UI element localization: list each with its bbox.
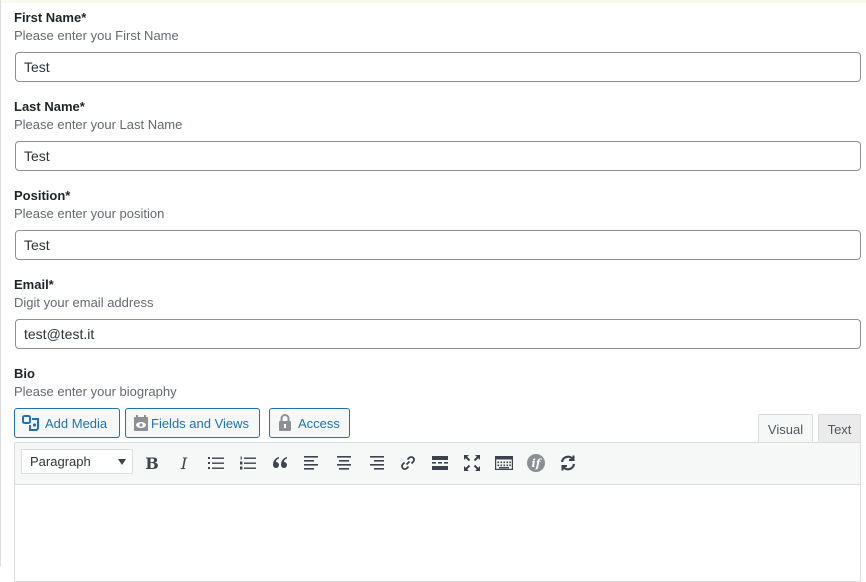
bullet-list-button[interactable] xyxy=(204,451,228,475)
chevron-down-icon xyxy=(118,459,126,465)
link-button[interactable] xyxy=(396,451,420,475)
fields-and-views-icon xyxy=(133,414,149,432)
tab-visual[interactable]: Visual xyxy=(758,414,813,443)
first-name-label: First Name* xyxy=(14,10,87,25)
bold-icon: B xyxy=(145,453,159,473)
add-media-icon xyxy=(22,414,40,432)
last-name-description: Please enter your Last Name xyxy=(14,117,183,132)
top-strip xyxy=(0,0,866,3)
first-name-input[interactable] xyxy=(15,52,861,82)
toolbar-toggle-button[interactable] xyxy=(492,451,516,475)
position-description: Please enter your position xyxy=(14,206,165,221)
format-select[interactable]: Paragraph xyxy=(21,449,133,474)
align-center-icon xyxy=(336,456,352,470)
fields-and-views-label: Fields and Views xyxy=(151,415,250,431)
align-left-button[interactable] xyxy=(300,451,324,475)
blockquote-icon xyxy=(272,457,288,469)
bio-editor: Paragraph B I if xyxy=(14,442,861,582)
fullscreen-icon xyxy=(464,455,480,471)
numbered-list-icon xyxy=(240,456,256,470)
italic-icon: I xyxy=(180,453,188,473)
bio-label: Bio xyxy=(14,366,35,381)
bio-description: Please enter your biography xyxy=(14,384,177,399)
lock-icon xyxy=(277,414,293,432)
email-input[interactable] xyxy=(15,319,861,349)
left-border xyxy=(0,0,1,566)
add-media-button[interactable]: Add Media xyxy=(14,408,120,438)
refresh-button[interactable] xyxy=(556,451,580,475)
align-left-icon xyxy=(304,456,320,470)
first-name-field: First Name* Please enter you First Name xyxy=(14,10,862,44)
editor-toolbar: Paragraph B I if xyxy=(15,443,860,485)
numbered-list-button[interactable] xyxy=(236,451,260,475)
align-right-button[interactable] xyxy=(364,451,388,475)
last-name-input[interactable] xyxy=(15,141,861,171)
email-field: Email* Digit your email address xyxy=(14,277,862,311)
toolset-conditional-icon: if xyxy=(527,454,545,472)
align-right-icon xyxy=(368,456,384,470)
editor-content-area[interactable] xyxy=(15,485,860,581)
bold-button[interactable]: B xyxy=(140,451,164,475)
blockquote-button[interactable] xyxy=(268,451,292,475)
bio-field: Bio Please enter your biography xyxy=(14,366,862,400)
add-media-label: Add Media xyxy=(45,415,108,431)
position-label: Position* xyxy=(14,188,71,203)
access-label: Access xyxy=(298,415,340,431)
fields-and-views-button[interactable]: Fields and Views xyxy=(125,408,260,438)
link-icon xyxy=(400,455,416,471)
position-field: Position* Please enter your position xyxy=(14,188,862,222)
refresh-icon xyxy=(559,454,577,472)
bullet-list-icon xyxy=(208,456,224,470)
email-description: Digit your email address xyxy=(14,295,154,310)
format-select-value: Paragraph xyxy=(30,454,91,469)
tab-text[interactable]: Text xyxy=(818,414,861,443)
first-name-description: Please enter you First Name xyxy=(14,28,179,43)
read-more-button[interactable] xyxy=(428,451,452,475)
read-more-icon xyxy=(432,456,448,470)
italic-button[interactable]: I xyxy=(172,451,196,475)
email-label: Email* xyxy=(14,277,54,292)
access-button[interactable]: Access xyxy=(269,408,350,438)
conditional-button[interactable]: if xyxy=(524,451,548,475)
last-name-field: Last Name* Please enter your Last Name xyxy=(14,99,862,133)
fullscreen-button[interactable] xyxy=(460,451,484,475)
align-center-button[interactable] xyxy=(332,451,356,475)
toolbar-toggle-icon xyxy=(495,456,513,470)
position-input[interactable] xyxy=(15,230,861,260)
last-name-label: Last Name* xyxy=(14,99,85,114)
